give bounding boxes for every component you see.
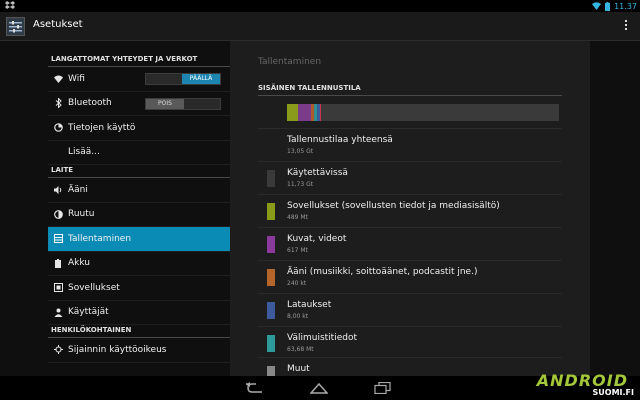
storage-row-size: 11,73 Gt [287,181,314,188]
sidebar-item-label: Lisää... [68,147,100,158]
battery-icon [48,258,68,268]
color-swatch [267,335,275,352]
storage-row-name: Sovellukset (sovellusten tiedot ja media… [287,201,500,211]
storage-row-size: 617 Mt [287,247,308,254]
section-header-wireless: LANGATTOMAT YHTEYDET JA VERKOT [48,54,230,67]
home-icon[interactable] [310,382,328,394]
storage-row-name: Ääni (musiikki, soittoäänet, podcastit j… [287,267,478,277]
settings-app-icon[interactable] [6,17,25,36]
display-icon [48,209,68,219]
toggle-state: POIS [146,98,184,109]
sidebar-item-data-usage[interactable]: Tietojen käyttö [48,116,230,141]
storage-row-downloads[interactable]: Lataukset 8,00 kt [258,293,562,325]
storage-row-size: 240 kt [287,280,307,287]
sidebar-item-battery[interactable]: Akku [48,252,230,276]
volume-icon [48,185,68,194]
section-header-internal-storage: SISÄINEN TALLENNUSTILA [258,84,562,96]
storage-row-cache[interactable]: Välimuistitiedot 63,68 Mt [258,326,562,358]
storage-row-name: Kuvat, videot [287,234,347,244]
sidebar-item-storage[interactable]: Tallentaminen [48,227,230,252]
action-bar: Asetukset [0,12,640,41]
sidebar-item-display[interactable]: Ruutu [48,203,230,227]
location-icon [48,345,68,355]
usage-segment [287,104,298,121]
bluetooth-icon [48,98,68,109]
storage-row-size: 8,00 kt [287,313,309,320]
storage-row-size: 63,68 Mt [287,346,314,353]
apps-icon [48,283,68,293]
wifi-icon [48,75,68,83]
storage-row-apps[interactable]: Sovellukset (sovellusten tiedot ja media… [258,194,562,226]
sidebar-item-label: Tietojen käyttö [68,122,136,133]
sidebar-item-label: Ääni [68,184,88,195]
sidebar-item-label: Bluetooth [68,98,112,109]
recent-apps-icon[interactable] [374,382,392,394]
color-swatch [267,269,275,286]
sidebar-item-label: Tallentaminen [68,233,132,244]
storage-row-pictures-videos[interactable]: Kuvat, videot 617 Mt [258,227,562,259]
sidebar-item-bluetooth[interactable]: Bluetooth POIS [48,92,230,116]
settings-content: LANGATTOMAT YHTEYDET JA VERKOT Wifi PÄÄL… [0,41,640,377]
sidebar-item-label: Ruutu [68,209,95,220]
wifi-toggle[interactable]: PÄÄLLÄ [145,73,221,85]
storage-row-total[interactable]: Tallennustilaa yhteensä 13,05 Gt [258,128,562,160]
usage-segment [297,104,312,121]
storage-row-size: 489 Mt [287,214,308,221]
clock: 11.37 [614,1,637,11]
battery-status-icon [605,1,611,11]
storage-row-name: Käytettävissä [287,168,348,178]
sidebar-item-label: Käyttäjät [68,307,109,318]
users-icon [48,308,68,317]
sidebar-item-more[interactable]: Lisää... [48,141,230,165]
section-header-device: LAITE [48,165,230,178]
status-bar: 11.37 [0,0,640,12]
storage-icon [48,234,68,244]
bluetooth-toggle[interactable]: POIS [145,97,221,110]
toggle-state: PÄÄLLÄ [182,74,220,84]
storage-row-available[interactable]: Käytettävissä 11,73 Gt [258,161,562,193]
detail-title: Tallentaminen [258,57,322,67]
storage-row-name: Muut [287,364,310,374]
color-swatch [267,236,275,253]
sidebar-item-label: Sijainnin käyttöoikeus [68,344,167,355]
usage-segment [319,104,321,121]
storage-row-size: 13,05 Gt [287,148,314,155]
data-usage-icon [48,123,68,133]
settings-sidebar: LANGATTOMAT YHTEYDET JA VERKOT Wifi PÄÄL… [48,54,230,376]
sidebar-item-users[interactable]: Käyttäjät [48,301,230,325]
wifi-signal-icon [592,2,602,10]
sidebar-item-sound[interactable]: Ääni [48,178,230,203]
watermark-site: SUOMI.FI [592,388,634,397]
section-header-personal: HENKILÖKOHTAINEN [48,325,230,338]
watermark-logo: ANDROID SUOMI.FI [516,371,636,399]
sidebar-item-wifi[interactable]: Wifi PÄÄLLÄ [48,67,230,92]
dropbox-icon [5,1,15,9]
color-swatch [267,302,275,319]
storage-row-name: Välimuistitiedot [287,333,357,343]
sidebar-item-label: Akku [68,258,91,269]
overflow-menu-icon[interactable] [624,20,628,33]
back-icon[interactable] [246,382,264,394]
storage-row-audio[interactable]: Ääni (musiikki, soittoäänet, podcastit j… [258,260,562,292]
sidebar-item-label: Sovellukset [68,282,120,293]
color-swatch [267,170,275,187]
sidebar-item-location[interactable]: Sijainnin käyttöoikeus [48,338,230,363]
storage-usage-bar [287,104,559,121]
sidebar-item-apps[interactable]: Sovellukset [48,276,230,301]
storage-row-name: Tallennustilaa yhteensä [287,135,393,145]
storage-row-name: Lataukset [287,300,332,310]
sidebar-item-label: Wifi [68,73,85,84]
color-swatch [267,203,275,220]
storage-detail-pane: Tallentaminen SISÄINEN TALLENNUSTILA Tal… [230,41,590,377]
page-title: Asetukset [33,19,83,30]
